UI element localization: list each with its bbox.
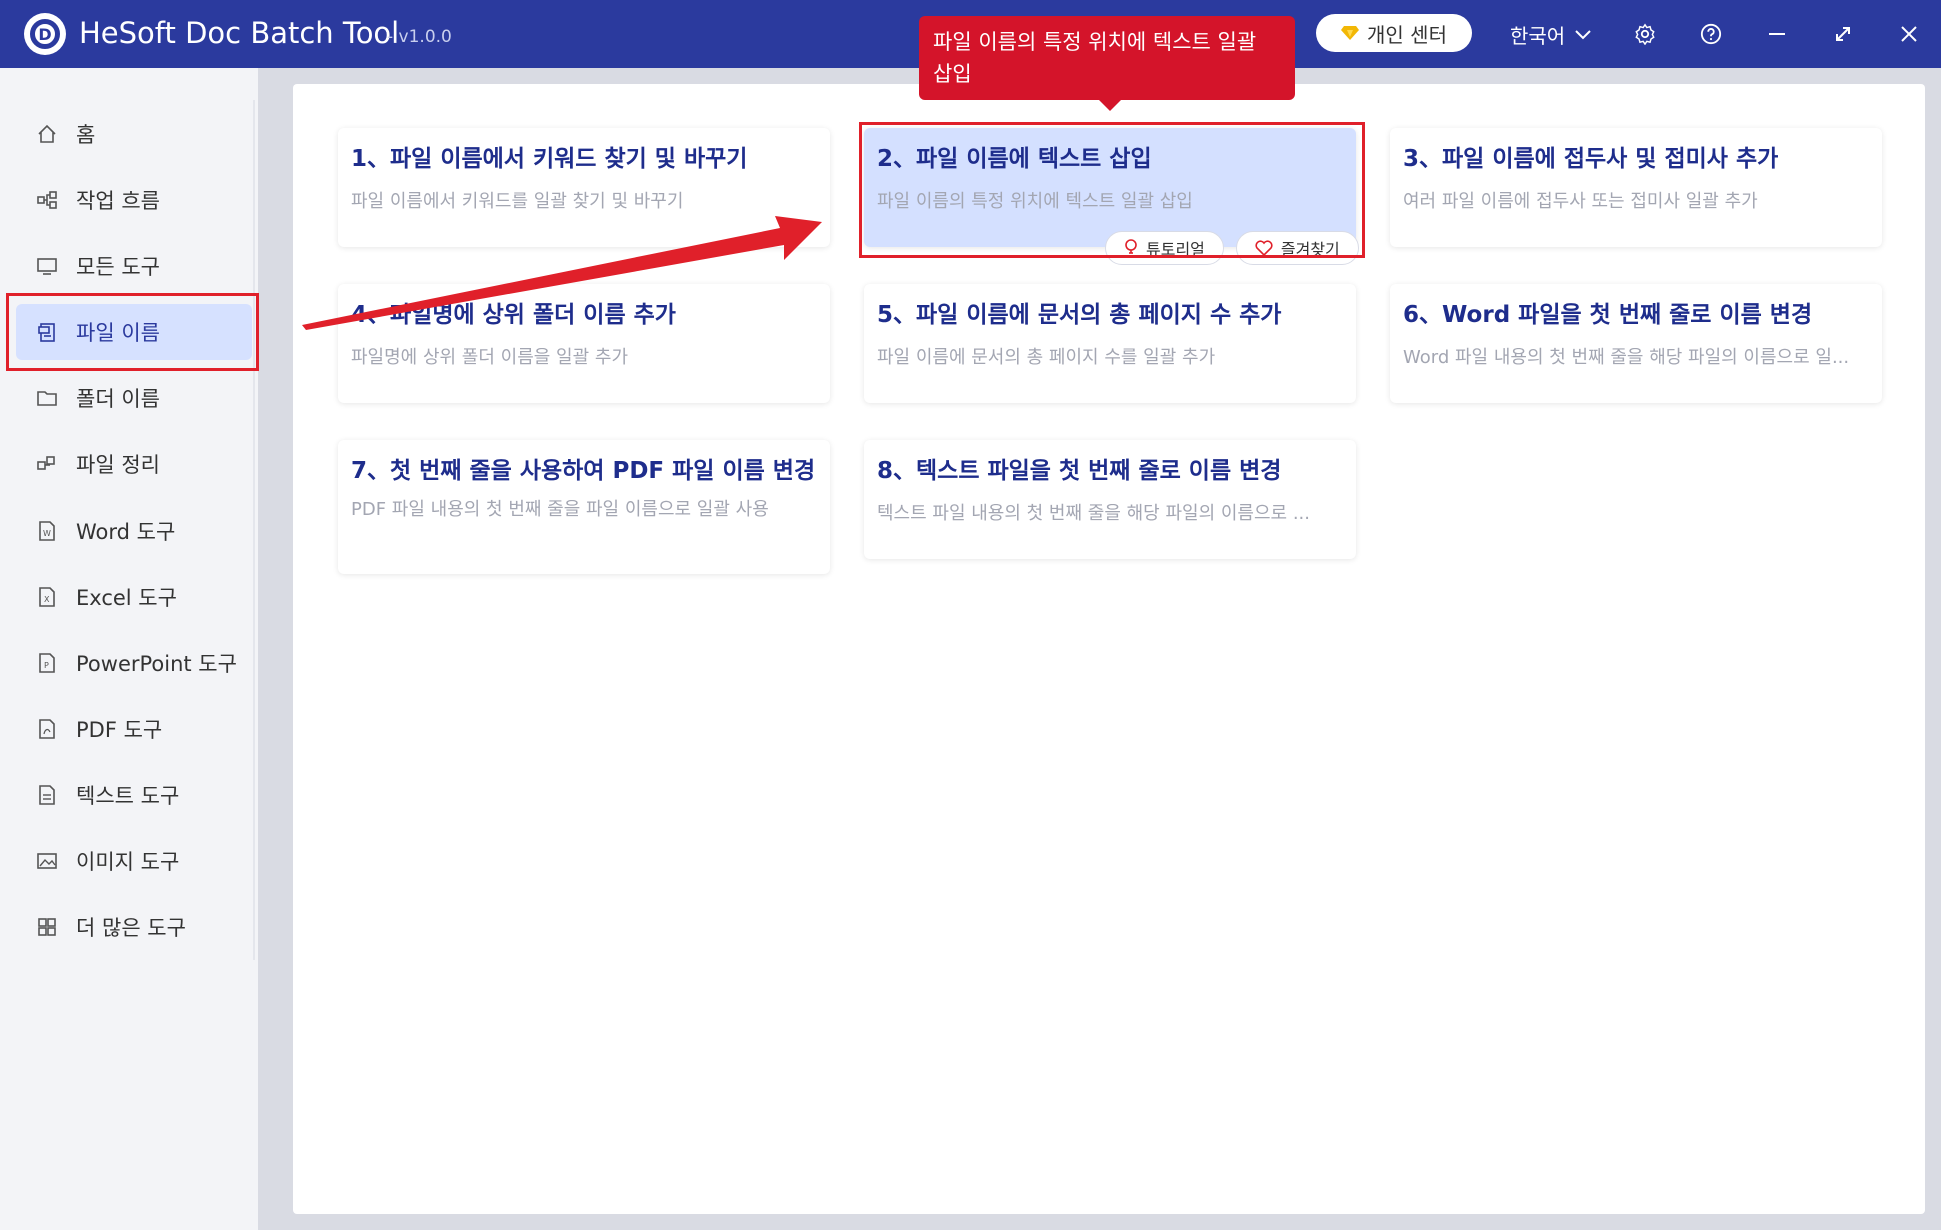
sidebar-divider bbox=[253, 100, 255, 960]
card-desc: 파일명에 상위 폴더 이름을 일괄 추가 bbox=[351, 347, 629, 368]
sidebar-item-label: 더 많은 도구 bbox=[76, 916, 186, 940]
sidebar-item-pdf[interactable]: PDF 도구 bbox=[16, 701, 252, 757]
workflow-icon bbox=[36, 189, 58, 211]
sidebar-item-all-tools[interactable]: 모든 도구 bbox=[16, 238, 252, 294]
svg-text:P: P bbox=[44, 661, 49, 670]
grid-icon bbox=[36, 916, 58, 938]
sidebar-item-image[interactable]: 이미지 도구 bbox=[16, 833, 252, 889]
app-logo: D bbox=[24, 13, 66, 55]
image-icon bbox=[36, 850, 58, 872]
sidebar-item-label: 파일 정리 bbox=[76, 453, 160, 477]
sidebar-item-label: 폴더 이름 bbox=[76, 387, 160, 411]
folder-icon bbox=[36, 387, 58, 409]
sidebar-item-label: 텍스트 도구 bbox=[76, 784, 180, 808]
card-desc: Word 파일 내용의 첫 번째 줄을 해당 파일의 이름으로 일... bbox=[1403, 347, 1850, 368]
card-highlight-box bbox=[859, 122, 1365, 258]
card-desc: 텍스트 파일 내용의 첫 번째 줄을 해당 파일의 이름으로 ... bbox=[877, 503, 1310, 524]
tooltip-arrow bbox=[1098, 99, 1122, 111]
card-title: 3、파일 이름에 접두사 및 접미사 추가 bbox=[1403, 146, 1779, 172]
sidebar-item-folder-name[interactable]: 폴더 이름 bbox=[16, 370, 252, 426]
word-icon: W bbox=[36, 520, 58, 542]
svg-text:W: W bbox=[43, 529, 51, 538]
home-icon bbox=[36, 123, 58, 145]
excel-icon: X bbox=[36, 586, 58, 608]
sidebar-item-label: 홈 bbox=[76, 123, 96, 147]
close-icon[interactable] bbox=[1895, 20, 1923, 48]
sidebar-item-label: 모든 도구 bbox=[76, 255, 160, 279]
maximize-icon[interactable] bbox=[1829, 20, 1857, 48]
sidebar-item-workflow[interactable]: 작업 흐름 bbox=[16, 172, 252, 228]
sidebar-item-home[interactable]: 홈 bbox=[16, 106, 252, 162]
card-tooltip: 파일 이름의 특정 위치에 텍스트 일괄 삽입 bbox=[919, 16, 1295, 100]
sidebar-item-label: 이미지 도구 bbox=[76, 850, 180, 874]
tool-card-3[interactable]: 3、파일 이름에 접두사 및 접미사 추가 여러 파일 이름에 접두사 또는 접… bbox=[1390, 128, 1882, 247]
sidebar-item-label: PDF 도구 bbox=[76, 718, 163, 742]
sidebar-item-word[interactable]: W Word 도구 bbox=[16, 503, 252, 559]
diamond-icon bbox=[1341, 26, 1360, 40]
svg-text:X: X bbox=[44, 595, 50, 604]
card-title: 4、파일명에 상위 폴더 이름 추가 bbox=[351, 302, 676, 328]
powerpoint-icon: P bbox=[36, 652, 58, 674]
tool-card-8[interactable]: 8、텍스트 파일을 첫 번째 줄로 이름 변경 텍스트 파일 내용의 첫 번째 … bbox=[864, 440, 1356, 559]
sidebar-item-label: Excel 도구 bbox=[76, 586, 177, 610]
card-desc: 여러 파일 이름에 접두사 또는 접미사 일괄 추가 bbox=[1403, 191, 1758, 212]
personal-center-label: 개인 센터 bbox=[1367, 22, 1447, 47]
card-desc: 파일 이름에서 키워드를 일괄 찾기 및 바꾸기 bbox=[351, 191, 684, 212]
logo-letter: D bbox=[30, 19, 60, 49]
sidebar-item-powerpoint[interactable]: P PowerPoint 도구 bbox=[16, 635, 252, 691]
text-icon bbox=[36, 784, 58, 806]
app-title: HeSoft Doc Batch Tool bbox=[79, 16, 400, 50]
sidebar-item-excel[interactable]: X Excel 도구 bbox=[16, 569, 252, 625]
tool-card-7[interactable]: 7、첫 번째 줄을 사용하여 PDF 파일 이름 변경 PDF 파일 내용의 첫… bbox=[338, 440, 830, 574]
card-desc: PDF 파일 내용의 첫 번째 줄을 파일 이름으로 일괄 사용 bbox=[351, 499, 769, 520]
sidebar-item-file-organize[interactable]: 파일 정리 bbox=[16, 436, 252, 492]
chevron-down-icon bbox=[1575, 29, 1591, 39]
personal-center-button[interactable]: 개인 센터 bbox=[1316, 14, 1472, 52]
sidebar-item-label: PowerPoint 도구 bbox=[76, 652, 237, 676]
help-icon[interactable] bbox=[1697, 20, 1725, 48]
card-title: 8、텍스트 파일을 첫 번째 줄로 이름 변경 bbox=[877, 458, 1282, 484]
tool-card-1[interactable]: 1、파일 이름에서 키워드 찾기 및 바꾸기 파일 이름에서 키워드를 일괄 찾… bbox=[338, 128, 830, 247]
card-title: 1、파일 이름에서 키워드 찾기 및 바꾸기 bbox=[351, 146, 748, 172]
tool-card-4[interactable]: 4、파일명에 상위 폴더 이름 추가 파일명에 상위 폴더 이름을 일괄 추가 bbox=[338, 284, 830, 403]
card-title: 6、Word 파일을 첫 번째 줄로 이름 변경 bbox=[1403, 302, 1813, 328]
tool-card-5[interactable]: 5、파일 이름에 문서의 총 페이지 수 추가 파일 이름에 문서의 총 페이지… bbox=[864, 284, 1356, 403]
sidebar-item-label: Word 도구 bbox=[76, 520, 176, 544]
language-label: 한국어 bbox=[1510, 24, 1566, 48]
settings-icon[interactable] bbox=[1631, 20, 1659, 48]
sidebar-item-label: 작업 흐름 bbox=[76, 189, 160, 213]
pdf-icon bbox=[36, 718, 58, 740]
card-title: 7、첫 번째 줄을 사용하여 PDF 파일 이름 변경 bbox=[351, 458, 816, 484]
card-title: 5、파일 이름에 문서의 총 페이지 수 추가 bbox=[877, 302, 1282, 328]
app-version: - v1.0.0 bbox=[387, 27, 452, 47]
card-desc: 파일 이름에 문서의 총 페이지 수를 일괄 추가 bbox=[877, 347, 1216, 368]
language-select[interactable]: 한국어 bbox=[1510, 20, 1591, 49]
organize-icon bbox=[36, 453, 58, 475]
minimize-icon[interactable] bbox=[1763, 20, 1791, 48]
active-item-highlight-box bbox=[6, 293, 259, 371]
sidebar-item-more-tools[interactable]: 더 많은 도구 bbox=[16, 899, 252, 955]
tool-card-6[interactable]: 6、Word 파일을 첫 번째 줄로 이름 변경 Word 파일 내용의 첫 번… bbox=[1390, 284, 1882, 403]
monitor-icon bbox=[36, 255, 58, 277]
sidebar-item-text[interactable]: 텍스트 도구 bbox=[16, 767, 252, 823]
